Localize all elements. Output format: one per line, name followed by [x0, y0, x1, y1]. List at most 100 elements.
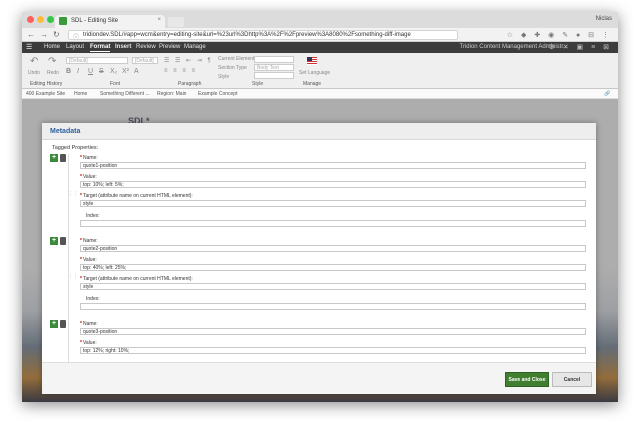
breadcrumb-item-home[interactable]: Home — [74, 91, 87, 97]
name-field[interactable]: quote3-position — [80, 328, 586, 335]
index-label: Index: — [86, 296, 100, 302]
target-field[interactable]: style — [80, 200, 586, 207]
breadcrumb-item-region[interactable]: Region: Main — [157, 91, 186, 97]
set-language-label[interactable]: Set Language — [299, 70, 330, 76]
cancel-button[interactable]: Cancel — [552, 372, 592, 387]
target-label-text: Target (attribute name on current HTML e… — [82, 276, 193, 282]
name-label: *Name: — [80, 238, 98, 244]
paragraph-align-icons[interactable]: ≡ ≡ ≡ ≡ — [164, 68, 197, 74]
index-label: Index: — [86, 213, 100, 219]
back-arrow-icon[interactable]: ← — [27, 30, 35, 39]
value-label: *Value: — [80, 257, 97, 263]
save-and-close-button[interactable]: Save and Close — [505, 372, 549, 387]
index-field[interactable] — [80, 303, 586, 310]
add-icon[interactable]: + — [50, 154, 58, 162]
dialog-body: Tagged Properties: + ⋮⋮ *Name: quote1-po… — [42, 140, 596, 362]
close-tab-icon[interactable]: × — [157, 17, 161, 23]
value-label: *Value: — [80, 340, 97, 346]
group-font: Font — [110, 81, 121, 87]
value-label: *Value: — [80, 174, 97, 180]
bold-button[interactable]: B — [66, 68, 71, 75]
font-size-select[interactable]: [Default] — [132, 57, 158, 64]
language-flag-icon[interactable] — [307, 57, 317, 65]
url-text: tridiondev.SDL/#app=wcm&entry=editing-si… — [83, 32, 411, 38]
delete-icon[interactable] — [60, 154, 66, 162]
section-type-select[interactable]: Body Text — [254, 64, 294, 71]
current-element-select[interactable] — [254, 56, 294, 63]
close-window-button[interactable] — [27, 16, 34, 23]
value-label-text: Value: — [82, 340, 97, 346]
undo-label: Undo — [28, 70, 40, 76]
menu-preview[interactable]: Preview — [159, 44, 180, 50]
tagged-property-entry: + *Name: quote3-position *Value: top: 12… — [48, 319, 588, 362]
metadata-dialog: Metadata Tagged Properties: + ⋮⋮ *Name: … — [42, 123, 596, 394]
drag-handle-icon[interactable]: ⋮⋮ — [68, 274, 78, 280]
menu-format[interactable]: Format — [90, 44, 111, 52]
group-manage: Manage — [303, 81, 322, 87]
target-label: *Target (attribute name on current HTML … — [80, 193, 193, 199]
menu-home[interactable]: Home — [44, 44, 60, 50]
delete-icon[interactable] — [60, 237, 66, 245]
tab-title: SDL - Editing Site — [71, 18, 119, 24]
group-style: Style — [252, 81, 264, 87]
minimize-window-button[interactable] — [37, 16, 44, 23]
undo-icon[interactable]: ↶ — [30, 56, 38, 67]
menubar-right-icons[interactable]: ⚙ ✕ ▣ ≡ ⊠ — [549, 43, 612, 51]
maximize-window-button[interactable] — [47, 16, 54, 23]
browser-user-name[interactable]: Niclas — [596, 16, 612, 22]
reload-icon[interactable]: ↻ — [53, 30, 60, 39]
target-label: *Target (attribute name on current HTML … — [80, 276, 193, 282]
tagged-property-entry: + ⋮⋮ *Name: quote1-position *Value: top:… — [48, 153, 588, 235]
subscript-button[interactable]: X₂ — [110, 68, 117, 75]
value-field[interactable]: top: 40%; left: 25%; — [80, 264, 586, 271]
paragraph-list-icons[interactable]: ☰ ☰ ⇤ ⇥ ¶ — [164, 57, 213, 64]
tagged-properties-label: Tagged Properties: — [52, 145, 99, 151]
name-field[interactable]: quote1-position — [80, 162, 586, 169]
hamburger-menu-icon[interactable]: ☰ — [26, 43, 32, 51]
delete-icon[interactable] — [60, 320, 66, 328]
superscript-button[interactable]: X² — [122, 68, 129, 75]
tagged-property-entry: + ⋮⋮ *Name: quote2-position *Value: top:… — [48, 236, 588, 318]
target-field[interactable]: style — [80, 283, 586, 290]
add-icon[interactable]: + — [50, 237, 58, 245]
font-family-select[interactable]: [Default] — [66, 57, 128, 64]
breadcrumb-item-component[interactable]: Example Concept — [198, 91, 237, 97]
style-label: Style — [218, 74, 230, 80]
group-paragraph: Paragraph — [178, 81, 202, 87]
add-icon[interactable]: + — [50, 320, 58, 328]
index-field[interactable] — [80, 220, 586, 227]
text-color-icon[interactable]: A — [134, 68, 139, 75]
value-field[interactable]: top: 10%; left: 5%; — [80, 181, 586, 188]
ribbon-toolbar: ↶ ↷ Undo Redo [Default] [Default] B I U … — [22, 53, 618, 89]
value-field[interactable]: top: 12%; right: 10%; — [80, 347, 586, 354]
name-field[interactable]: quote2-position — [80, 245, 586, 252]
breadcrumb: 400 Example Site Home Something Differen… — [22, 89, 618, 99]
drag-handle-icon[interactable]: ⋮⋮ — [68, 191, 78, 197]
menu-manage[interactable]: Manage — [184, 44, 206, 50]
browser-tab[interactable]: SDL - Editing Site × — [55, 15, 165, 28]
redo-icon[interactable]: ↷ — [48, 56, 56, 67]
menu-review[interactable]: Review — [136, 44, 156, 50]
name-label: *Name: — [80, 155, 98, 161]
menu-layout[interactable]: Layout — [66, 44, 84, 50]
app-menubar: ☰ Home Layout Format Insert Review Previ… — [22, 42, 618, 53]
link-icon[interactable]: 🔗 — [604, 91, 610, 97]
name-label: *Name: — [80, 321, 98, 327]
underline-button[interactable]: U — [88, 68, 93, 75]
value-label-text: Value: — [82, 257, 97, 263]
url-field[interactable]: ⓘ tridiondev.SDL/#app=wcm&entry=editing-… — [68, 30, 458, 40]
new-tab-button[interactable] — [168, 17, 184, 27]
style-select[interactable] — [254, 72, 294, 79]
breadcrumb-item-page[interactable]: Something Different ... — [100, 91, 150, 97]
extension-icons[interactable]: ☆ ◆ ✚ ◉ ✎ ● ⊟ ⋮ — [507, 31, 612, 39]
italic-button[interactable]: I — [77, 68, 79, 75]
breadcrumb-item-site[interactable]: 400 Example Site — [26, 91, 65, 97]
name-label-text: Name: — [82, 321, 98, 327]
current-element-label: Current Element — [218, 56, 255, 62]
strikethrough-button[interactable]: S — [99, 68, 104, 75]
name-label-text: Name: — [82, 155, 98, 161]
browser-tab-strip: SDL - Editing Site × Niclas — [22, 12, 618, 28]
group-editing-history: Editing History — [30, 81, 63, 87]
forward-arrow-icon[interactable]: → — [40, 30, 48, 39]
menu-insert[interactable]: Insert — [115, 44, 131, 50]
